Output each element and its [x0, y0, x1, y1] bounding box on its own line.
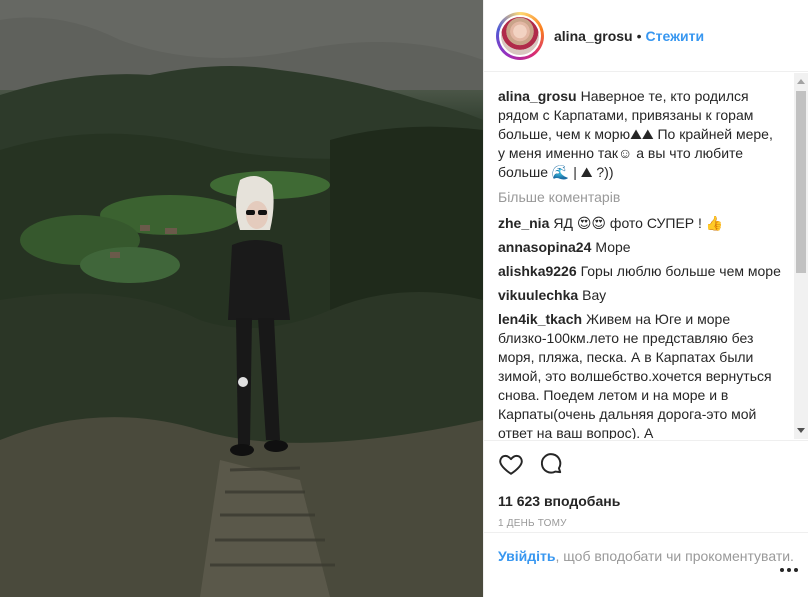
comment-author[interactable]: vikuulechka [498, 287, 578, 303]
comment-item: zhe_nia ЯД 😍😍 фото СУПЕР ! 👍 [498, 214, 783, 233]
follow-button[interactable]: Стежити [646, 28, 705, 44]
login-prompt-text: , щоб вподобати чи прокоментувати. [555, 548, 794, 564]
header-separator: • [636, 27, 642, 44]
post-photo[interactable] [0, 0, 483, 597]
comment-author[interactable]: alishka9226 [498, 263, 577, 279]
comment-icon[interactable] [538, 451, 564, 477]
comment-author[interactable]: annasopina24 [498, 239, 591, 255]
comment-text: Живем на Юге и море близко-100км.лето не… [498, 311, 772, 439]
post-actions: 11 623 вподобань 1 день тому [484, 440, 808, 529]
scroll-down-arrow-icon[interactable] [797, 428, 805, 433]
post-timestamp[interactable]: 1 день тому [498, 518, 795, 529]
comment-item: len4ik_tkach Живем на Юге и море близко-1… [498, 310, 783, 439]
comments-scrollbar[interactable] [794, 73, 808, 439]
comment-item: annasopina24 Море [498, 238, 783, 257]
login-prompt: Увійдіть, щоб вподобати чи прокоментуват… [484, 532, 808, 566]
caption-author[interactable]: alina_grosu [498, 88, 577, 104]
likes-count[interactable]: 11 623 вподобань [498, 493, 795, 509]
heart-icon[interactable] [498, 451, 524, 477]
comment-item: alishka9226 Горы люблю больше чем море [498, 262, 783, 281]
comments-list: alina_grosu Наверное те, кто родился рядо… [484, 73, 797, 439]
comment-author[interactable]: zhe_nia [498, 215, 549, 231]
comment-text: Вау [582, 287, 607, 303]
avatar[interactable] [496, 11, 544, 60]
caption: alina_grosu Наверное те, кто родился рядо… [498, 87, 783, 182]
more-options-icon[interactable] [780, 563, 798, 577]
dot [794, 568, 798, 572]
landscape-photo [0, 0, 483, 597]
dot [787, 568, 791, 572]
scroll-up-arrow-icon[interactable] [797, 79, 805, 84]
load-more-comments-button[interactable]: Більше коментарів [498, 188, 783, 207]
header-username[interactable]: alina_grosu [554, 28, 633, 44]
comment-item: vikuulechka Вау [498, 286, 783, 305]
scrollbar-thumb[interactable] [796, 91, 806, 273]
action-icons [498, 451, 795, 477]
avatar-image [499, 14, 541, 57]
comment-text: ЯД 😍😍 фото СУПЕР ! 👍 [553, 215, 724, 231]
comment-text: Горы люблю больше чем море [580, 263, 781, 279]
post-header: alina_grosu • Стежити [484, 0, 808, 72]
post-side-panel: alina_grosu • Стежити alina_grosu Наверно… [483, 0, 808, 597]
comment-text: Море [595, 239, 631, 255]
dot [780, 568, 784, 572]
login-link[interactable]: Увійдіть [498, 548, 556, 564]
comment-author[interactable]: len4ik_tkach [498, 311, 582, 327]
